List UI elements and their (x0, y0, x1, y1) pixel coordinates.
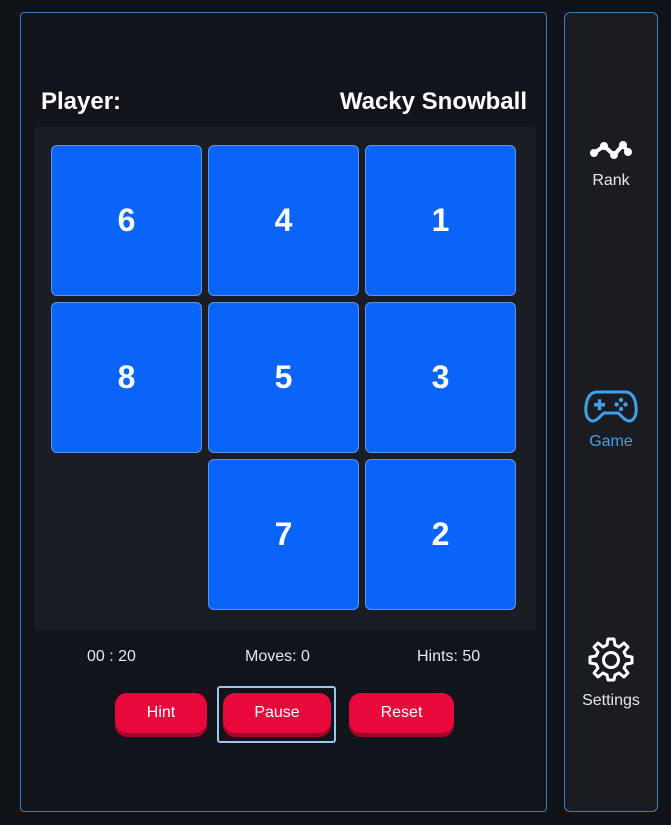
tile[interactable]: 1 (365, 145, 516, 296)
gamepad-icon (584, 388, 638, 429)
timer: 00 : 20 (87, 648, 136, 665)
hint-button[interactable]: Hint (115, 693, 207, 733)
tile[interactable]: 7 (208, 459, 359, 610)
tile[interactable]: 2 (365, 459, 516, 610)
side-nav: Rank Game Settings (564, 12, 658, 812)
nav-label-rank: Rank (592, 172, 630, 189)
tile[interactable]: 3 (365, 302, 516, 453)
tile[interactable]: 4 (208, 145, 359, 296)
tile[interactable]: 6 (51, 145, 202, 296)
moves-counter: Moves: 0 (245, 648, 310, 665)
puzzle-board: 6 4 1 8 5 3 7 2 (34, 127, 536, 630)
game-panel: Player: Wacky Snowball 6 4 1 8 5 3 7 2 0… (20, 12, 547, 812)
tile[interactable]: 5 (208, 302, 359, 453)
player-name: Wacky Snowball (339, 88, 527, 115)
player-label: Player: (41, 88, 122, 115)
nav-label-game: Game (589, 433, 633, 450)
player-row: Player: Wacky Snowball (41, 87, 527, 117)
pause-button[interactable]: Pause (223, 693, 331, 733)
nav-item-settings[interactable]: Settings (565, 635, 657, 710)
reset-button[interactable]: Reset (349, 693, 454, 733)
nav-item-game[interactable]: Game (565, 388, 657, 451)
nav-item-rank[interactable]: Rank (565, 137, 657, 190)
tile[interactable]: 8 (51, 302, 202, 453)
gear-icon (587, 635, 635, 688)
rank-icon (589, 137, 633, 168)
hints-counter: Hints: 50 (417, 648, 481, 665)
nav-label-settings: Settings (582, 692, 640, 709)
